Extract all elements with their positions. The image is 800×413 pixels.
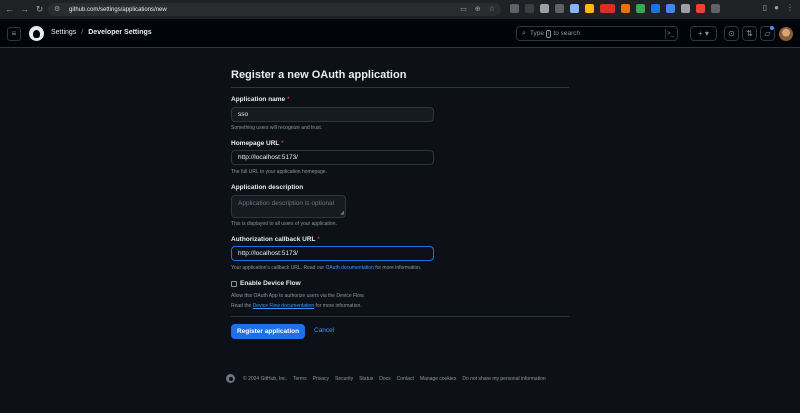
oauth-documentation-link[interactable]: OAuth documentation	[325, 265, 373, 271]
forward-icon[interactable]: →	[19, 4, 30, 15]
extension-icon[interactable]	[510, 4, 519, 13]
register-application-button[interactable]: Register application	[231, 324, 305, 339]
app-name-input[interactable]: sso	[231, 107, 434, 122]
divider	[231, 87, 569, 88]
app-name-label: Application name *	[231, 96, 290, 103]
search-placeholder-prefix: Type	[529, 30, 545, 37]
browser-toolbar: ← → ↻ ⚙ github.com/settings/applications…	[0, 0, 800, 19]
breadcrumb: Settings / Developer Settings	[51, 29, 152, 36]
notification-indicator	[770, 26, 774, 30]
extension-icon[interactable]	[621, 4, 630, 13]
avatar[interactable]	[779, 27, 793, 41]
footer-link-security[interactable]: Security	[335, 376, 353, 382]
footer-link-terms[interactable]: Terms	[293, 376, 307, 382]
extension-icon[interactable]	[525, 4, 534, 13]
extension-icon[interactable]	[696, 4, 705, 13]
callback-hint-text: Your application's callback URL. Read ou…	[231, 265, 325, 271]
github-logo-icon[interactable]	[29, 26, 44, 41]
footer-link-manage-cookies[interactable]: Manage cookies	[420, 376, 456, 382]
bookmark-star-icon[interactable]: ☆	[489, 5, 495, 14]
search-icon: ⌕	[522, 29, 526, 37]
github-footer-logo-icon[interactable]	[226, 374, 235, 383]
reload-icon[interactable]: ↻	[34, 4, 45, 15]
search-placeholder-suffix: to search	[553, 30, 581, 37]
homepage-url-label-text: Homepage URL	[231, 140, 280, 147]
app-name-label-text: Application name	[231, 96, 286, 103]
description-hint: This is displayed to all users of your a…	[231, 221, 337, 227]
zoom-icon[interactable]: ⊕	[475, 5, 481, 14]
callback-url-hint: Your application's callback URL. Read ou…	[231, 265, 421, 271]
extension-icon[interactable]	[636, 4, 645, 13]
device-flow-option[interactable]: Enable Device Flow	[231, 280, 301, 287]
callback-hint-text-after: for more information.	[375, 265, 422, 271]
footer-copyright: © 2024 GitHub, Inc.	[243, 375, 287, 382]
profile-icon[interactable]: ●	[774, 3, 779, 12]
search-shortcut-key: /	[546, 29, 552, 38]
description-placeholder: Application description is optional	[238, 200, 335, 207]
device-flow-checkbox[interactable]	[231, 280, 237, 287]
footer-link-status[interactable]: Status	[359, 376, 373, 382]
device-flow-hint: Allow this OAuth App to authorize users …	[231, 293, 365, 299]
pull-requests-icon[interactable]: ⇅	[742, 26, 757, 41]
command-palette-icon[interactable]: >_	[665, 29, 675, 39]
footer-link-privacy[interactable]: Privacy	[313, 376, 329, 382]
homepage-url-input[interactable]: http://localhost:5173/	[231, 150, 434, 165]
hamburger-menu-icon[interactable]: ≡	[7, 27, 21, 41]
address-bar[interactable]: ⚙ github.com/settings/applications/new ▭…	[48, 3, 501, 16]
resize-handle-icon[interactable]: ◢	[340, 211, 344, 216]
issues-icon[interactable]: ⊙	[724, 26, 739, 41]
breadcrumb-separator: /	[81, 29, 84, 36]
site-info-icon[interactable]: ⚙	[54, 6, 62, 14]
cancel-button[interactable]: Cancel	[314, 327, 334, 334]
search-input[interactable]: ⌕ Type / to search >_	[516, 26, 678, 41]
breadcrumb-developer-settings[interactable]: Developer Settings	[88, 29, 151, 36]
extension-icon[interactable]	[681, 4, 690, 13]
device-flow-documentation-link[interactable]: Device Flow documentation	[253, 303, 314, 309]
device-flow-hint-text-after: for more information.	[315, 303, 362, 309]
address-url[interactable]: github.com/settings/applications/new	[69, 7, 167, 13]
description-label: Application description	[231, 184, 304, 191]
footer-link-docs[interactable]: Docs	[379, 376, 390, 382]
extension-icon[interactable]	[711, 4, 720, 13]
extension-icon[interactable]	[570, 4, 579, 13]
callback-url-label: Authorization callback URL *	[231, 236, 320, 243]
divider	[231, 316, 569, 317]
required-marker: *	[281, 140, 284, 147]
back-icon[interactable]: ←	[4, 4, 15, 15]
app-name-hint: Something users will recognize and trust…	[231, 125, 323, 131]
required-marker: *	[287, 96, 290, 103]
callback-url-label-text: Authorization callback URL	[231, 236, 316, 243]
required-marker: *	[317, 236, 320, 243]
cast-icon[interactable]: ▭	[460, 5, 467, 14]
device-flow-docs-hint: Read the Device Flow documentation for m…	[231, 303, 362, 309]
extension-icon[interactable]	[540, 4, 549, 13]
create-new-button[interactable]: + ▾	[690, 26, 717, 41]
side-panel-icon[interactable]: ▯	[763, 3, 767, 12]
github-header: ≡ Settings / Developer Settings ⌕ Type /…	[0, 19, 800, 48]
page-title: Register a new OAuth application	[231, 69, 407, 81]
description-textarea[interactable]: Application description is optional ◢	[231, 195, 346, 218]
footer-link-do-not-share[interactable]: Do not share my personal information	[462, 376, 545, 382]
extensions-bar	[510, 4, 720, 13]
homepage-url-label: Homepage URL *	[231, 140, 284, 147]
breadcrumb-settings[interactable]: Settings	[51, 29, 76, 36]
menu-kebab-icon[interactable]: ⋮	[786, 3, 794, 12]
extension-icon[interactable]	[666, 4, 675, 13]
extension-icon[interactable]	[555, 4, 564, 13]
device-flow-label[interactable]: Enable Device Flow	[240, 280, 301, 287]
callback-url-input[interactable]: http://localhost:5173/	[231, 246, 434, 261]
footer-link-contact[interactable]: Contact	[397, 376, 414, 382]
extension-icon[interactable]	[600, 4, 615, 13]
homepage-url-hint: The full URL to your application homepag…	[231, 169, 327, 175]
extension-icon[interactable]	[585, 4, 594, 13]
device-flow-hint-text: Read the	[231, 303, 252, 309]
extension-icon[interactable]	[651, 4, 660, 13]
footer: © 2024 GitHub, Inc. Terms Privacy Securi…	[226, 374, 546, 383]
